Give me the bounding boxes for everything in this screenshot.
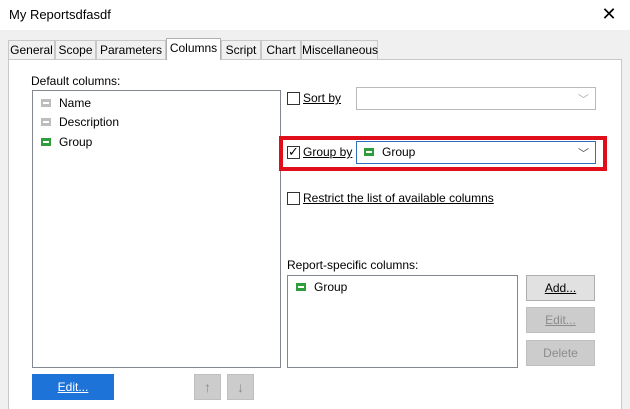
report-dialog: My Reportsdfasdf ✕ General Scope Paramet… — [0, 0, 630, 409]
list-item-label: Description — [59, 115, 120, 129]
tab-miscellaneous[interactable]: Miscellaneous — [301, 40, 378, 59]
report-columns-label: Report-specific columns: — [287, 258, 419, 272]
arrow-down-icon: ↓ — [237, 379, 244, 395]
edit-column-button[interactable]: Edit... — [526, 307, 595, 333]
edit-default-columns-button[interactable]: Edit... — [32, 374, 114, 400]
list-item[interactable]: Description — [41, 113, 119, 131]
sort-by-dropdown[interactable]: ﹀ — [356, 87, 596, 110]
edit-column-button-label: Edit... — [545, 313, 576, 327]
delete-column-button[interactable]: Delete — [526, 340, 595, 366]
group-by-dropdown[interactable]: Group ﹀ — [356, 141, 596, 164]
add-column-button[interactable]: Add... — [526, 275, 595, 301]
sort-by-label: Sort by — [303, 91, 342, 105]
group-by-checkbox[interactable] — [287, 143, 300, 161]
group-column-icon — [364, 147, 374, 156]
chevron-down-icon: ﹀ — [578, 94, 589, 106]
edit-button-label: Edit... — [57, 380, 89, 394]
move-up-button[interactable]: ↑ — [194, 374, 221, 400]
close-icon[interactable]: ✕ — [596, 3, 622, 27]
tab-columns[interactable]: Columns — [166, 38, 221, 60]
tab-parameters[interactable]: Parameters — [96, 40, 166, 59]
delete-button-label: Delete — [543, 346, 578, 360]
group-by-label: Group by — [303, 145, 353, 159]
tab-script[interactable]: Script — [221, 40, 261, 59]
list-item-label: Group — [314, 280, 348, 294]
list-item-label: Name — [59, 96, 92, 110]
sort-by-checkbox[interactable] — [287, 92, 300, 105]
columns-tab-page: Default columns: Name Description Group … — [8, 59, 622, 409]
tab-general[interactable]: General — [8, 40, 55, 59]
group-column-icon — [41, 137, 51, 146]
restrict-columns-checkbox[interactable] — [287, 192, 300, 205]
arrow-up-icon: ↑ — [204, 379, 211, 395]
restrict-columns-label: Restrict the list of available columns — [303, 191, 494, 205]
default-columns-label: Default columns: — [31, 74, 121, 88]
tab-strip: General Scope Parameters Columns Script … — [8, 38, 622, 60]
column-icon — [41, 98, 51, 107]
list-item[interactable]: Name — [41, 94, 91, 112]
tab-chart[interactable]: Chart — [261, 40, 301, 59]
group-column-icon — [296, 282, 306, 291]
list-item[interactable]: Group — [296, 278, 347, 296]
title-bar: My Reportsdfasdf ✕ — [0, 0, 630, 30]
chevron-down-icon: ﹀ — [578, 148, 589, 160]
window-title: My Reportsdfasdf — [9, 7, 111, 22]
list-item-label: Group — [59, 135, 93, 149]
group-by-value: Group — [364, 142, 415, 163]
tab-scope[interactable]: Scope — [55, 40, 96, 59]
column-icon — [41, 117, 51, 126]
default-columns-list[interactable]: Name Description Group — [32, 90, 281, 368]
report-columns-list[interactable]: Group — [287, 275, 518, 368]
list-item[interactable]: Group — [41, 133, 92, 151]
move-down-button[interactable]: ↓ — [227, 374, 254, 400]
add-button-label: Add... — [544, 281, 577, 295]
